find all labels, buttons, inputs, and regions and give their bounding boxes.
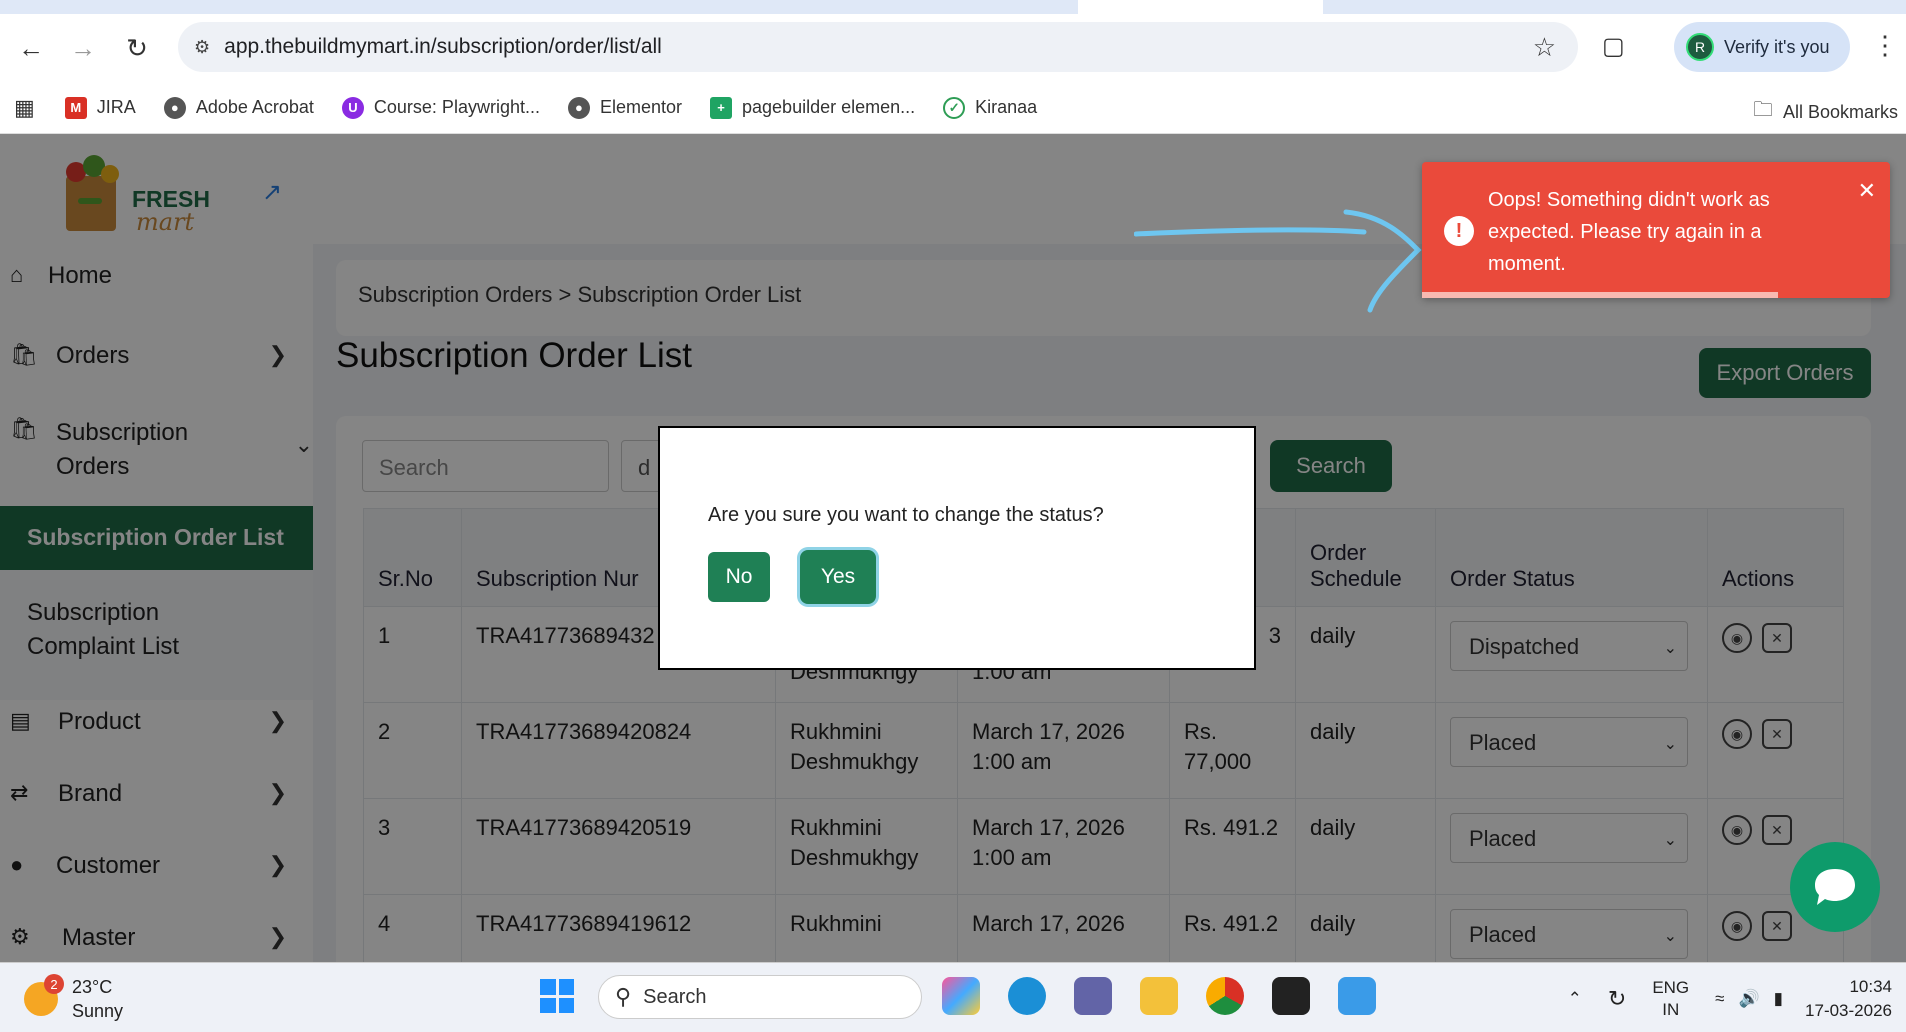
- menu-kebab-icon[interactable]: ⋮: [1872, 30, 1898, 61]
- back-icon[interactable]: ←: [4, 21, 58, 75]
- toast-message: Oops! Something didn't work as expected.…: [1488, 189, 1770, 275]
- search-icon: ⚲: [615, 984, 632, 1009]
- forward-icon[interactable]: →: [56, 21, 110, 75]
- notification-badge: 2: [44, 974, 64, 994]
- confirm-dialog: Are you sure you want to change the stat…: [658, 426, 1256, 670]
- app-cube-icon[interactable]: [1272, 977, 1310, 1015]
- battery-icon[interactable]: ▮: [1774, 989, 1783, 1009]
- omnibox[interactable]: ⚙ app.thebuildmymart.in/subscription/ord…: [178, 22, 1578, 72]
- notepad-icon[interactable]: [1338, 977, 1376, 1015]
- extensions-icon[interactable]: ▢: [1602, 32, 1625, 61]
- bookmark-elementor[interactable]: ● Elementor: [567, 96, 682, 119]
- taskbar: 2 23°C Sunny ⚲ Search ⌃ ↻ ENG IN ≈ 🔊 ▮ 10…: [0, 962, 1906, 1032]
- windows-start-icon[interactable]: [540, 979, 574, 1013]
- reload-icon[interactable]: ↻: [110, 21, 164, 75]
- bookmark-course[interactable]: U Course: Playwright...: [341, 96, 540, 119]
- bookmark-star-icon[interactable]: ☆: [1533, 32, 1556, 63]
- address-bar-row: ← → ↻ ⚙ app.thebuildmymart.in/subscripti…: [0, 14, 1906, 82]
- temperature: 23°C: [72, 977, 113, 997]
- url-text[interactable]: app.thebuildmymart.in/subscription/order…: [224, 35, 662, 59]
- active-tab[interactable]: [1078, 0, 1323, 14]
- gmail-icon: M: [64, 96, 87, 119]
- yes-button[interactable]: Yes: [800, 550, 876, 604]
- all-bookmarks[interactable]: 🗀 All Bookmarks: [1753, 95, 1898, 129]
- bookmark-adobe[interactable]: ● Adobe Acrobat: [163, 96, 314, 119]
- verify-button[interactable]: R Verify it's you: [1674, 22, 1850, 72]
- file-explorer-icon[interactable]: [1140, 977, 1178, 1015]
- clock[interactable]: 10:34 17-03-2026: [1805, 975, 1892, 1023]
- avatar: R: [1686, 33, 1714, 61]
- globe-icon: ●: [163, 96, 186, 119]
- sun-icon: 2: [24, 974, 64, 1016]
- alert-icon: !: [1444, 216, 1474, 246]
- confirm-question: Are you sure you want to change the stat…: [708, 504, 1104, 526]
- teams-icon[interactable]: [1074, 977, 1112, 1015]
- wifi-icon[interactable]: ≈: [1715, 989, 1724, 1009]
- bookmarks-bar: ▦ M JIRA ● Adobe Acrobat U Course: Playwrig…: [0, 82, 1906, 134]
- browser-chrome: ← → ↻ ⚙ app.thebuildmymart.in/subscripti…: [0, 0, 1906, 134]
- bookmark-kiranaa[interactable]: ✓ Kiranaa: [943, 96, 1037, 119]
- plus-icon: +: [710, 96, 733, 119]
- no-button[interactable]: No: [708, 552, 770, 602]
- taskbar-search[interactable]: ⚲ Search: [598, 975, 922, 1019]
- error-toast: ! Oops! Something didn't work as expecte…: [1422, 162, 1890, 298]
- weather-condition: Sunny: [72, 1001, 124, 1021]
- folder-icon: 🗀: [1752, 99, 1773, 121]
- chevron-up-icon[interactable]: ⌃: [1568, 989, 1582, 1009]
- apps-grid-icon[interactable]: ▦: [14, 95, 35, 121]
- volume-icon[interactable]: 🔊: [1739, 989, 1760, 1009]
- chat-button[interactable]: [1790, 842, 1880, 932]
- annotation-arrow: [1134, 209, 1422, 313]
- sync-icon[interactable]: ↻: [1608, 986, 1626, 1012]
- bookmark-jira[interactable]: M JIRA: [64, 96, 136, 119]
- weather-widget[interactable]: 2 23°C Sunny: [24, 974, 124, 1023]
- check-icon: ✓: [943, 96, 966, 119]
- course-icon: U: [341, 96, 364, 119]
- language-indicator[interactable]: ENG IN: [1652, 977, 1689, 1021]
- site-info-icon[interactable]: ⚙: [194, 37, 210, 58]
- chat-bubble-icon: [1815, 869, 1855, 905]
- system-tray: ⌃ ↻ ENG IN ≈ 🔊 ▮ 10:34 17-03-2026: [1568, 975, 1892, 1023]
- tab-strip: [0, 0, 1906, 14]
- bookmark-pagebuilder[interactable]: + pagebuilder elemen...: [710, 96, 915, 119]
- globe-icon: ●: [567, 96, 590, 119]
- toast-progress: [1422, 292, 1778, 298]
- close-icon[interactable]: ✕: [1858, 178, 1876, 204]
- copilot-icon[interactable]: [942, 977, 980, 1015]
- chrome-icon[interactable]: [1206, 977, 1244, 1015]
- verify-label: Verify it's you: [1724, 36, 1830, 57]
- edge-icon[interactable]: [1008, 977, 1046, 1015]
